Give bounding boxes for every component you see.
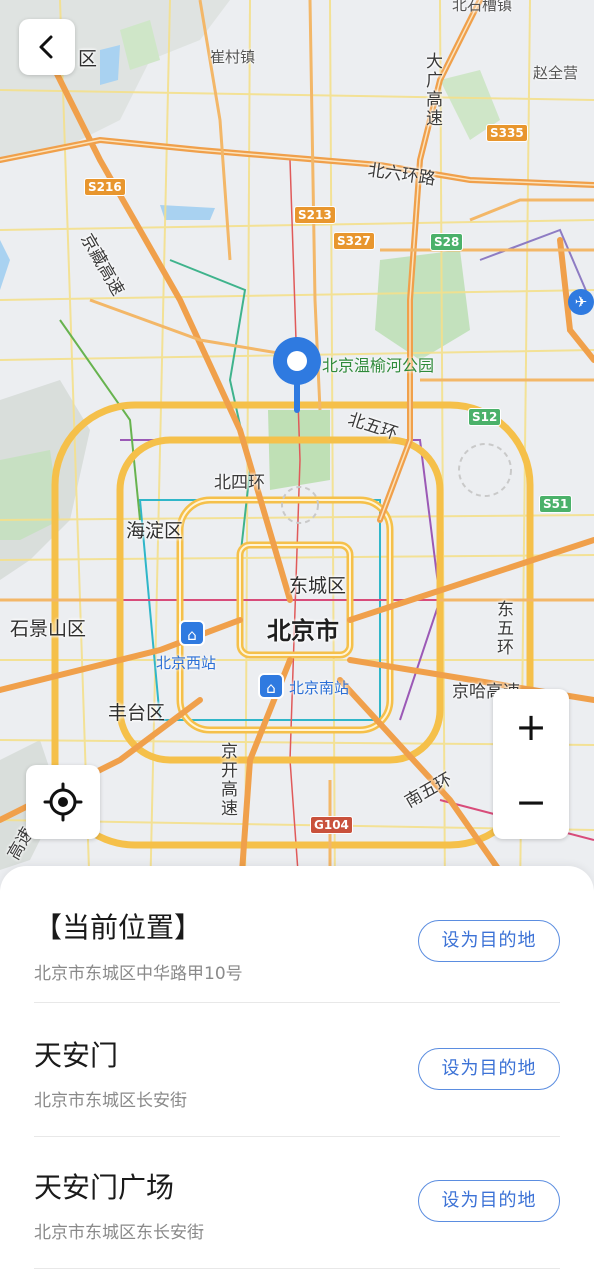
road-badge: S28 xyxy=(430,233,464,251)
road-badge: S327 xyxy=(333,232,375,250)
map-label-district: 东城区 xyxy=(289,575,347,597)
park-area xyxy=(375,250,470,360)
crosshair-icon xyxy=(43,782,83,822)
map-label-town: 北石槽镇 xyxy=(452,0,513,14)
back-button[interactable] xyxy=(19,19,75,75)
set-destination-button[interactable]: 设为目的地 xyxy=(418,1180,560,1222)
road-badge: S335 xyxy=(486,124,528,142)
map-label-town: 崔村镇 xyxy=(210,48,256,66)
result-address: 北京市东城区东长安街 xyxy=(34,1223,204,1243)
airplane-icon[interactable]: ✈ xyxy=(568,289,594,315)
zoom-out-button[interactable]: − xyxy=(493,764,569,839)
map-label-district: 石景山区 xyxy=(10,618,87,640)
result-item[interactable]: 天安门 北京市东城区长安街 设为目的地 xyxy=(34,1004,560,1137)
map-label-city: 北京市 xyxy=(267,617,339,645)
map-label-district: 区 xyxy=(78,48,98,70)
result-address: 北京市东城区长安街 xyxy=(34,1091,187,1111)
result-item[interactable]: 天安门广场 北京市东城区东长安街 设为目的地 xyxy=(34,1136,560,1269)
road-badge: S12 xyxy=(468,408,502,426)
results-sheet: 【当前位置】 北京市东城区中华路甲10号 设为目的地 天安门 北京市东城区长安街… xyxy=(0,866,594,1280)
road-badge: S51 xyxy=(539,495,573,513)
map-label-district: 丰台区 xyxy=(108,702,166,724)
map-label-ring-road: 东五环 xyxy=(493,600,513,657)
set-destination-button[interactable]: 设为目的地 xyxy=(418,920,560,962)
map-label-station: 北京西站 xyxy=(156,654,217,672)
zoom-controls: + − xyxy=(493,689,569,839)
map-label-district: 海淀区 xyxy=(126,520,184,542)
map-label-park: 北京温榆河公园 xyxy=(322,356,435,375)
result-address: 北京市东城区中华路甲10号 xyxy=(34,964,243,984)
result-name: 天安门广场 xyxy=(34,1171,175,1204)
result-name: 天安门 xyxy=(34,1039,119,1072)
map-label-station: 北京南站 xyxy=(289,679,350,697)
road-badge: G104 xyxy=(310,816,353,834)
map-label-expressway: 大广高速 xyxy=(422,52,442,128)
zoom-in-button[interactable]: + xyxy=(493,689,569,764)
train-station-icon[interactable]: ⌂ xyxy=(258,673,284,699)
map-label-ring-road: 北四环 xyxy=(214,473,265,493)
result-name: 【当前位置】 xyxy=(34,911,203,944)
set-destination-button[interactable]: 设为目的地 xyxy=(418,1048,560,1090)
road-badge: S216 xyxy=(84,178,126,196)
map-screen: 区 崔村镇 北石槽镇 赵全营 大广高速 北六环路 京藏高速 北京温榆河公园 北五… xyxy=(0,0,594,1280)
map-label-expressway: 京开高速 xyxy=(217,742,237,818)
result-item[interactable]: 【当前位置】 北京市东城区中华路甲10号 设为目的地 xyxy=(34,870,560,1003)
train-station-icon[interactable]: ⌂ xyxy=(179,620,205,646)
chevron-left-icon xyxy=(39,35,53,59)
map-label-town: 赵全营 xyxy=(533,64,579,82)
road-badge: S213 xyxy=(294,206,336,224)
locate-button[interactable] xyxy=(26,765,100,839)
location-pin-icon[interactable] xyxy=(272,337,322,413)
